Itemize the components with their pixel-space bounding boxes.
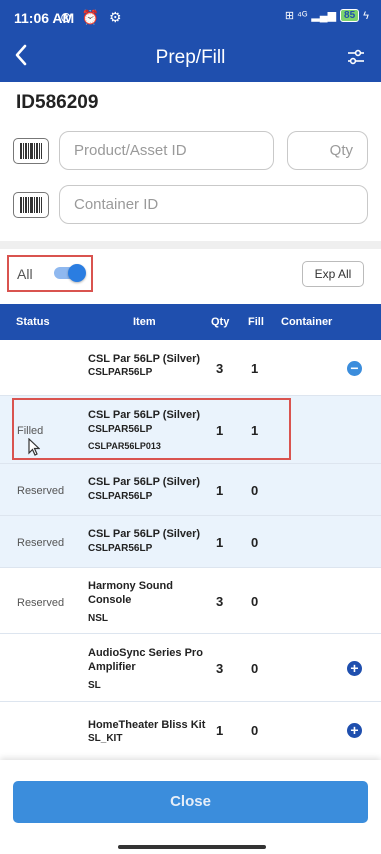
exp-all-button[interactable]: Exp All [302,261,364,287]
item-code: CSLPAR56LP [88,491,153,502]
signal-icon: ▂▄▆ [311,10,337,22]
row-status: Reserved [17,485,65,497]
header-fill: Fill [248,316,264,328]
qty-value: 3 [216,361,224,376]
qty-value: 1 [216,483,224,498]
network-icon: ⊞ ⁴ᴳ [284,10,308,22]
header-container: Container [281,316,333,328]
item-name: HomeTheater Bliss Kit [88,719,206,731]
item-name: Harmony Sound Console [88,580,173,606]
container-id-input[interactable] [59,185,368,224]
table-row[interactable]: CSL Par 56LP (Silver) CSLPAR56LP 3 1 − [0,340,381,396]
table-row[interactable]: Reserved CSL Par 56LP (Silver) CSLPAR56L… [0,464,381,516]
table-row[interactable]: HomeTheater Bliss Kit SL_KIT 1 0 + [0,702,381,760]
toggle-knob [68,264,86,282]
fill-value: 0 [251,594,259,609]
all-toggle[interactable] [54,264,86,282]
record-id: ID586209 [16,92,99,113]
minus-circle-icon[interactable]: − [347,361,362,376]
sliders-icon[interactable] [347,48,365,66]
fill-value: 0 [251,535,259,550]
plus-circle-icon[interactable]: + [347,723,362,738]
item-code: CSLPAR56LP [88,543,153,554]
container-scan-button[interactable] [13,192,49,218]
fill-value: 0 [251,483,259,498]
row-status: Reserved [17,537,65,549]
table-header: Status Item Qty Fill Container [0,304,381,340]
item-code: CSLPAR56LP [88,367,153,378]
barcode-icon [20,197,42,213]
header-qty: Qty [211,316,230,328]
item-name: AudioSync Series Pro Amplifier [88,647,203,673]
product-asset-input[interactable] [59,131,274,170]
notification-icons: ⊘ ⏰ ⚙ [60,9,125,25]
fill-value: 0 [251,723,259,738]
system-icons: ⊞ ⁴ᴳ ▂▄▆ 85 ϟ [285,9,369,22]
app-bar: Prep/Fill [0,34,381,82]
gesture-nav-bar[interactable] [118,845,266,849]
status-bar: 11:06 AM ⊘ ⏰ ⚙ ⊞ ⁴ᴳ ▂▄▆ 85 ϟ [0,0,381,34]
row-status: Reserved [17,597,65,609]
qty-value: 3 [216,661,224,676]
table-row[interactable]: Reserved Harmony Sound Console NSL 3 0 [0,568,381,634]
charging-icon: ϟ [363,9,369,22]
header-item: Item [133,316,156,328]
section-divider [0,241,381,249]
qty-value: 1 [216,723,224,738]
close-button[interactable]: Close [13,781,368,823]
highlight-annotation [12,398,291,460]
fill-value: 0 [251,661,259,676]
barcode-icon [20,143,42,159]
table-row[interactable]: Reserved CSL Par 56LP (Silver) CSLPAR56L… [0,516,381,568]
item-name: CSL Par 56LP (Silver) [88,476,201,488]
item-name: CSL Par 56LP (Silver) [88,353,201,365]
item-name: CSL Par 56LP (Silver) [88,528,201,540]
table-row[interactable]: AudioSync Series Pro Amplifier SL 3 0 + [0,634,381,702]
item-code: NSL [88,613,108,624]
header-status: Status [16,316,50,328]
qty-value: 1 [216,535,224,550]
barcode-scan-button[interactable] [13,138,49,164]
battery-icon: 85 [340,9,360,22]
item-code: SL_KIT [88,733,123,744]
fill-value: 1 [251,361,259,376]
qty-input[interactable] [287,131,368,170]
all-label: All [17,266,33,282]
qty-value: 3 [216,594,224,609]
mouse-cursor-icon [28,437,41,459]
plus-circle-icon[interactable]: + [347,661,362,676]
page-title: Prep/Fill [155,47,226,68]
item-code: SL [88,680,101,691]
